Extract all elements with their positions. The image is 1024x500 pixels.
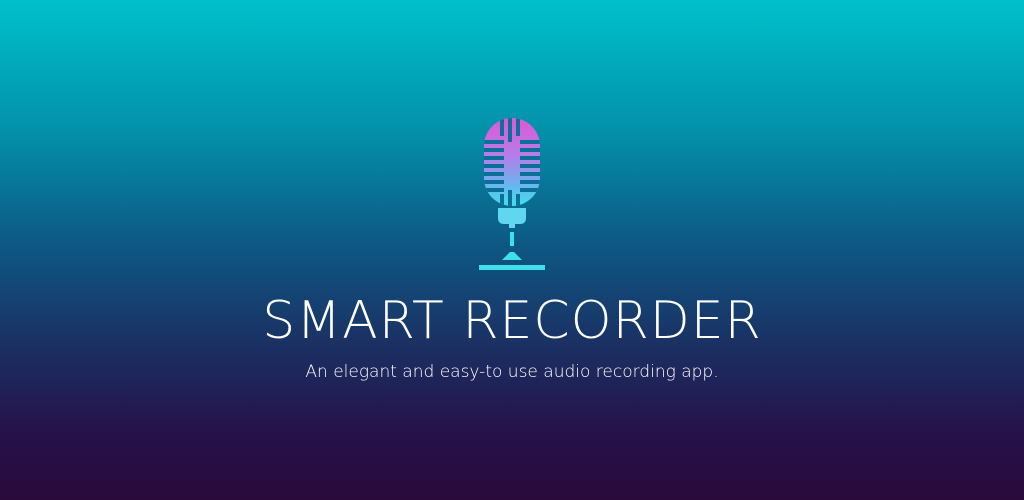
app-title: SMART RECORDER	[262, 291, 762, 351]
app-tagline: An elegant and easy-to use audio recordi…	[305, 362, 719, 382]
microphone-icon	[479, 118, 545, 270]
promo-banner: SMART RECORDER An elegant and easy-to us…	[0, 0, 1024, 500]
